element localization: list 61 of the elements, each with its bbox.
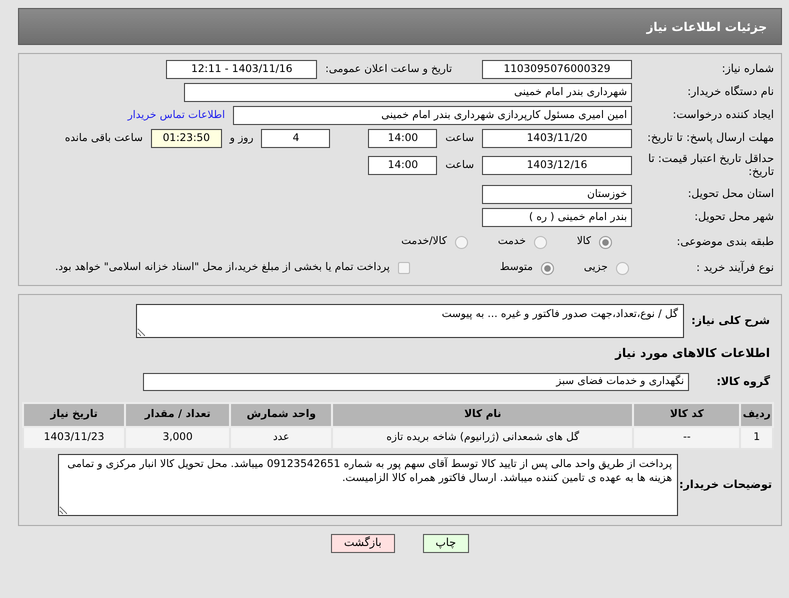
text-field[interactable]: 1403/11/16 - 12:11 xyxy=(166,60,318,79)
field-label: استان محل تحویل: xyxy=(686,188,774,202)
column-header: کد کالا xyxy=(633,403,740,428)
table-cell: 1 xyxy=(740,427,773,450)
field-label: ساعت xyxy=(445,130,474,146)
text-field[interactable]: شهرداری بندر امام خمینی xyxy=(184,83,632,102)
column-header: ردیف xyxy=(740,403,773,428)
checkbox-label: پرداخت تمام یا بخشی از مبلغ خرید،از محل "اسناد خزانه اسلامی" خواهد بود. xyxy=(55,260,390,276)
field-label: ساعت باقی مانده xyxy=(64,130,143,146)
field-label: روز و xyxy=(230,130,254,146)
radio-button[interactable] xyxy=(454,236,468,249)
print-button[interactable]: چاپ xyxy=(422,534,470,553)
field-label: شرح کلی نیاز: xyxy=(690,314,771,328)
text-field[interactable]: 1103095076000329 xyxy=(482,60,632,79)
column-header: نام کالا xyxy=(332,403,634,428)
back-button[interactable]: بازگشت xyxy=(330,534,395,553)
countdown-field[interactable]: 01:23:50 xyxy=(150,129,222,148)
section-heading: اطلاعات کالاهای مورد نیاز xyxy=(615,345,771,362)
contact-link[interactable]: اطلاعات تماس خریدار xyxy=(128,108,225,124)
notes-field[interactable]: پرداخت از طریق واحد مالی پس از تایید کالا توسط آقای سهم پور به شماره 09123542651 میباشد. محل تحویل کالا انبار مرکزی و تمامی هزینه ها به عهده ی تامین کننده میباشد. ارسال فاکتور همراه کالا الزامیست. xyxy=(58,454,678,516)
date-field[interactable]: 1403/12/16 xyxy=(482,156,632,176)
field-label: نوع فرآیند خرید : xyxy=(695,262,774,275)
field-label: شهر محل تحویل: xyxy=(693,211,774,224)
option-label: کالا/خدمت xyxy=(401,234,447,250)
radio-button[interactable] xyxy=(534,236,547,249)
option-label: خدمت xyxy=(498,234,526,250)
field-label: طبقه بندی موضوعی: xyxy=(676,236,774,249)
column-header: واحد شمارش xyxy=(230,403,332,428)
time-field[interactable]: 14:00 xyxy=(368,129,438,148)
field-label: نام دستگاه خریدار: xyxy=(686,86,774,99)
text-field[interactable]: امین امیری مسئول کارپردازی شهرداری بندر امام خمینی xyxy=(233,106,632,125)
time-field[interactable]: 14:00 xyxy=(368,156,438,176)
field-label: تاریخ و ساعت اعلان عمومی: xyxy=(325,62,452,77)
text-field[interactable]: نگهداری و خدمات فضای سبز xyxy=(143,373,689,392)
column-header: تاریخ نیاز xyxy=(23,403,126,428)
page-title: جزئیات اطلاعات نیاز xyxy=(646,18,767,36)
radio-button[interactable] xyxy=(540,262,554,275)
field-label: ایجاد کننده درخواست: xyxy=(672,109,774,122)
text-field[interactable]: بندر امام خمینی ( ره ) xyxy=(482,208,632,228)
table-cell: عدد xyxy=(230,427,332,450)
radio-button[interactable] xyxy=(599,236,612,249)
field-label: توضیحات خریدار: xyxy=(678,478,773,492)
description-field[interactable]: گل / نوع،تعداد،جهت صدور فاکتور و غیره ... به پیوست xyxy=(136,304,684,338)
option-label: کالا xyxy=(576,234,591,250)
table-cell: گل های شمعدانی (ژرانیوم) شاخه بریده تازه xyxy=(332,427,634,450)
radio-button[interactable] xyxy=(616,262,629,275)
field-label: شماره نیاز: xyxy=(720,63,774,76)
option-label: جزیی xyxy=(584,260,608,276)
field-label: حداقل تاریخ اعتبار قیمت: تا تاریخ: xyxy=(647,153,774,178)
days-field[interactable]: 4 xyxy=(261,129,330,148)
table-cell: 1403/11/23 xyxy=(23,427,126,450)
column-header: تعداد / مقدار xyxy=(125,403,230,428)
field-label: ساعت xyxy=(445,158,474,173)
table-cell: -- xyxy=(633,427,740,450)
option-label: متوسط xyxy=(500,260,533,276)
field-label: گروه کالا: xyxy=(715,376,771,389)
checkbox[interactable] xyxy=(398,262,410,274)
text-field[interactable]: خوزستان xyxy=(482,185,632,204)
field-label: مهلت ارسال پاسخ: تا تاریخ: xyxy=(646,132,774,145)
table-cell: 3,000 xyxy=(125,427,230,450)
date-field[interactable]: 1403/11/20 xyxy=(482,129,632,148)
